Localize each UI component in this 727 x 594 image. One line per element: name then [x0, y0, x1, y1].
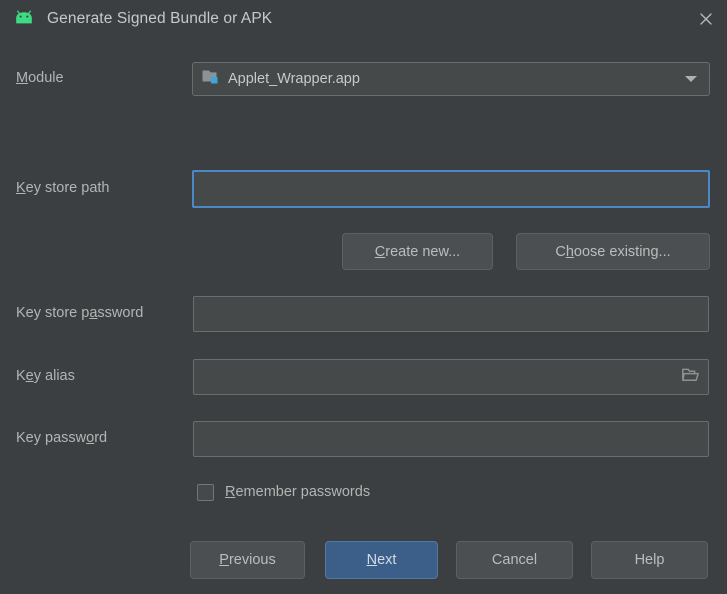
key-alias-label: Key alias — [16, 368, 75, 384]
key-store-password-input[interactable] — [193, 296, 709, 332]
remember-passwords-checkbox[interactable] — [197, 484, 214, 501]
remember-passwords-label: Remember passwords — [225, 484, 370, 500]
module-dropdown-value: Applet_Wrapper.app — [228, 71, 685, 87]
dialog-title-bar: Generate Signed Bundle or APK — [0, 0, 727, 38]
help-button[interactable]: Help — [591, 541, 708, 579]
previous-button[interactable]: Previous — [190, 541, 305, 579]
module-folder-icon — [193, 69, 220, 90]
module-label: Module — [16, 70, 64, 86]
key-store-path-input[interactable] — [192, 170, 710, 208]
cancel-button[interactable]: Cancel — [456, 541, 573, 579]
key-password-label: Key password — [16, 430, 107, 446]
chevron-down-icon — [685, 76, 697, 82]
android-icon — [12, 7, 36, 31]
key-store-password-label: Key store password — [16, 305, 143, 321]
key-alias-input[interactable] — [193, 359, 709, 395]
dialog-title: Generate Signed Bundle or APK — [47, 10, 272, 28]
remember-passwords-checkbox-row[interactable]: Remember passwords — [197, 481, 370, 503]
close-icon[interactable] — [693, 7, 719, 31]
key-password-input[interactable] — [193, 421, 709, 457]
choose-existing-button[interactable]: Choose existing... — [516, 233, 710, 270]
next-button[interactable]: Next — [325, 541, 438, 579]
module-dropdown[interactable]: Applet_Wrapper.app — [192, 62, 710, 96]
create-new-button[interactable]: Create new... — [342, 233, 493, 270]
folder-open-icon[interactable] — [682, 368, 708, 387]
key-store-path-label: Key store path — [16, 180, 110, 196]
